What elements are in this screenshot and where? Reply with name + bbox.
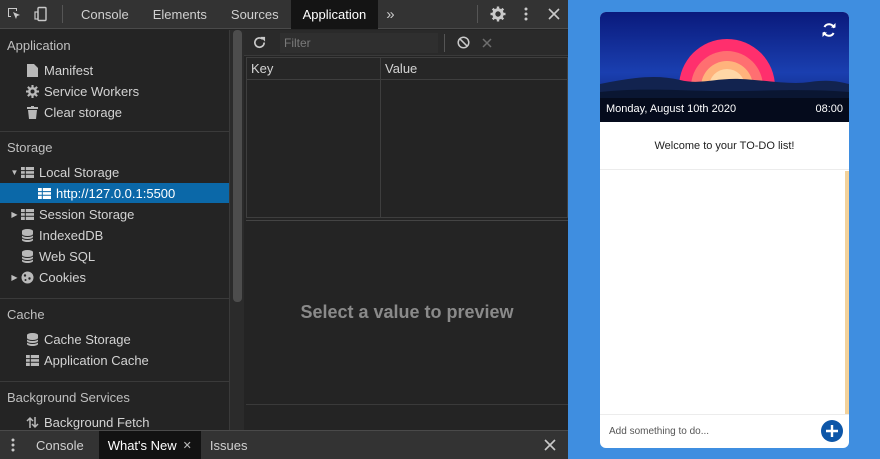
tab-elements[interactable]: Elements (141, 0, 219, 29)
refresh-icon[interactable] (821, 22, 837, 38)
storage-main-panel: Key Value Select a value to preview (244, 30, 568, 430)
toolbar-divider (62, 5, 63, 23)
todo-list (600, 171, 849, 414)
grid-storage-icon (20, 165, 34, 179)
todo-input[interactable] (604, 418, 816, 445)
value-preview-placeholder: Select a value to preview (246, 220, 568, 404)
sidebar-item-service-workers[interactable]: Service Workers (0, 81, 229, 101)
header-sunset-illustration: Monday, August 10th 2020 08:00 (600, 12, 849, 135)
settings-gear-icon[interactable] (484, 0, 512, 29)
filter-toolbar (244, 30, 568, 56)
todo-app: Monday, August 10th 2020 08:00 Welcome t… (600, 12, 849, 448)
close-devtools-icon[interactable] (540, 0, 568, 29)
preview-footer-divider (246, 404, 568, 405)
section-header-storage: Storage (7, 140, 53, 155)
sidebar-item-label: Session Storage (39, 206, 135, 222)
drawer-menu-icon[interactable] (0, 431, 26, 459)
toolbar-divider (477, 5, 478, 23)
sidebar-item-application-cache[interactable]: Application Cache (0, 350, 229, 370)
drawer-tab-issues[interactable]: Issues (201, 431, 257, 459)
database-icon (25, 332, 39, 346)
database-icon (20, 249, 34, 263)
sidebar-item-manifest[interactable]: Manifest (0, 60, 229, 80)
devtools-drawer-tabbar: Console What's New ✕ Issues (0, 430, 568, 459)
welcome-message: Welcome to your TO-DO list! (600, 122, 849, 170)
devtools-toolbar: Console Elements Sources Application » (0, 0, 568, 29)
sidebar-item-label: IndexedDB (39, 227, 104, 243)
sidebar-item-label: Web SQL (39, 248, 96, 264)
sidebar-scrollbar[interactable] (229, 30, 244, 430)
table-body (247, 80, 567, 217)
filter-input[interactable] (280, 32, 438, 53)
close-tab-icon[interactable]: ✕ (183, 439, 192, 452)
devtools-panel: Console Elements Sources Application » A… (0, 0, 568, 459)
file-icon (25, 63, 39, 77)
sidebar-item-background-fetch[interactable]: Background Fetch (0, 412, 229, 430)
sidebar-item-label: Background Fetch (44, 414, 150, 430)
sidebar-item-local-storage[interactable]: ▼ Local Storage (0, 162, 229, 182)
value-column (381, 80, 567, 217)
grid-storage-icon (37, 186, 51, 200)
add-todo-button[interactable] (821, 420, 843, 442)
database-icon (20, 228, 34, 242)
section-header-background-services: Background Services (7, 390, 130, 405)
sidebar-item-label: Cache Storage (44, 331, 131, 347)
column-header-value[interactable]: Value (381, 58, 567, 79)
list-scrollbar[interactable] (845, 171, 849, 414)
current-date: Monday, August 10th 2020 (606, 103, 737, 115)
inspect-element-icon[interactable] (0, 0, 28, 29)
section-header-cache: Cache (7, 307, 45, 322)
sidebar-item-session-storage[interactable]: ▶ Session Storage (0, 204, 229, 224)
sidebar-item-web-sql[interactable]: Web SQL (0, 246, 229, 266)
grid-storage-icon (20, 207, 34, 221)
application-sidebar: Application Manifest Service Workers Cle… (0, 30, 229, 430)
sidebar-item-label: http://127.0.0.1:5500 (56, 185, 176, 201)
tab-console[interactable]: Console (69, 0, 141, 29)
clear-all-icon[interactable] (451, 30, 475, 56)
toolbar-divider (444, 33, 445, 52)
sidebar-item-label: Clear storage (44, 104, 123, 120)
expand-arrow-down-icon[interactable]: ▼ (9, 168, 20, 177)
close-drawer-icon[interactable] (536, 431, 564, 459)
key-value-table: Key Value (246, 57, 568, 218)
sidebar-item-label: Cookies (39, 269, 86, 285)
current-time: 08:00 (815, 103, 843, 115)
drawer-tab-label: What's New (107, 437, 177, 453)
expand-arrow-right-icon[interactable]: ▶ (9, 273, 20, 282)
sidebar-item-cache-storage[interactable]: Cache Storage (0, 329, 229, 349)
trash-icon (25, 105, 39, 119)
tab-application[interactable]: Application (290, 0, 379, 29)
sidebar-item-indexeddb[interactable]: IndexedDB (0, 225, 229, 245)
scrollbar-thumb[interactable] (233, 30, 242, 302)
section-header-application: Application (7, 38, 71, 53)
sidebar-item-clear-storage[interactable]: Clear storage (0, 102, 229, 122)
delete-selected-icon[interactable] (475, 30, 499, 56)
refresh-icon[interactable] (244, 30, 274, 56)
column-header-key[interactable]: Key (247, 58, 381, 79)
sidebar-item-label: Service Workers (44, 83, 140, 99)
sidebar-item-label: Local Storage (39, 164, 120, 180)
grid-storage-icon (25, 353, 39, 367)
key-column (247, 80, 381, 217)
tab-sources[interactable]: Sources (219, 0, 291, 29)
expand-arrow-right-icon[interactable]: ▶ (9, 210, 20, 219)
sidebar-item-cookies[interactable]: ▶ Cookies (0, 267, 229, 287)
more-tabs-button[interactable]: » (378, 6, 402, 23)
sidebar-item-label: Manifest (44, 62, 94, 78)
table-header: Key Value (247, 58, 567, 80)
drawer-tab-whats-new[interactable]: What's New ✕ (98, 431, 201, 459)
cookie-icon (20, 270, 34, 284)
drawer-tab-console[interactable]: Console (26, 431, 93, 459)
gear-icon (25, 84, 39, 98)
plus-icon (826, 425, 838, 437)
arrows-updown-icon (25, 415, 39, 429)
kebab-menu-icon[interactable] (512, 0, 540, 29)
sidebar-item-local-origin[interactable]: http://127.0.0.1:5500 (0, 183, 229, 203)
device-toolbar-icon[interactable] (28, 0, 56, 29)
sidebar-item-label: Application Cache (44, 352, 149, 368)
add-todo-row (600, 414, 849, 448)
